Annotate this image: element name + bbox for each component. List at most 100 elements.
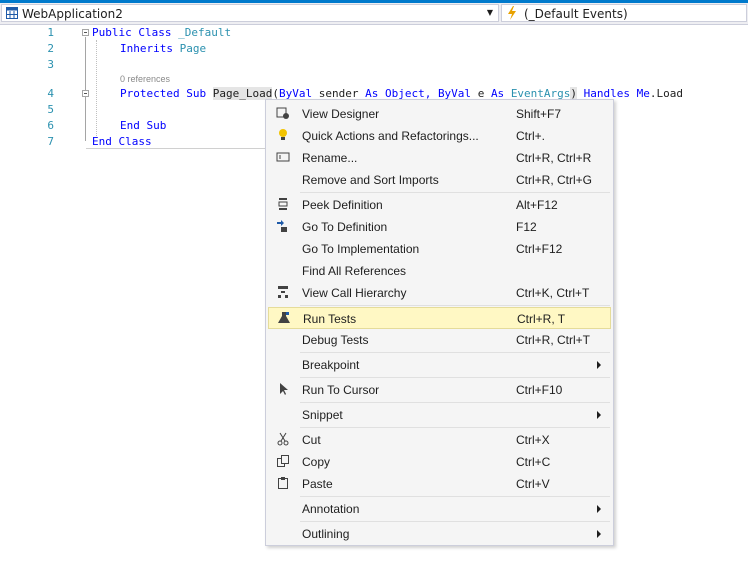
menu-item-shortcut: Ctrl+F10	[516, 383, 563, 397]
menu-item-paste[interactable]: Paste Ctrl+V	[268, 473, 611, 495]
menu-item-cut[interactable]: Cut Ctrl+X	[268, 429, 611, 451]
menu-item-rename[interactable]: Rename... Ctrl+R, Ctrl+R	[268, 147, 611, 169]
menu-item-shortcut: Ctrl+C	[516, 455, 551, 469]
keyword: End Class	[92, 135, 152, 148]
project-name: WebApplication2	[22, 7, 123, 21]
method-name: Page_Load	[212, 87, 273, 100]
menu-item-go-to-implementation[interactable]: Go To Implementation Ctrl+F12	[268, 238, 611, 260]
line-number: 7	[47, 135, 54, 148]
menu-item-remove-sort-imports[interactable]: Remove and Sort Imports Ctrl+R, Ctrl+G	[268, 169, 611, 191]
keyword: Me	[636, 87, 650, 100]
menu-item-go-to-definition[interactable]: Go To Definition F12	[268, 216, 611, 238]
menu-item-shortcut: Ctrl+R, Ctrl+R	[516, 151, 592, 165]
menu-item-snippet[interactable]: Snippet	[268, 404, 611, 426]
flask-icon	[276, 311, 292, 327]
menu-separator	[300, 377, 610, 378]
menu-item-view-designer[interactable]: View Designer Shift+F7	[268, 103, 611, 125]
menu-separator	[300, 427, 610, 428]
menu-item-label: Find All References	[302, 264, 407, 278]
menu-item-label: Peek Definition	[302, 198, 383, 212]
line-number: 1	[47, 26, 54, 39]
menu-separator	[300, 352, 610, 353]
menu-item-run-tests[interactable]: Run Tests Ctrl+R, T	[268, 307, 611, 329]
menu-item-label: Annotation	[302, 502, 360, 516]
keyword: End Sub	[120, 119, 167, 132]
line-number: 5	[47, 103, 54, 116]
code-line-7[interactable]: End Class	[92, 135, 152, 149]
menu-item-label: Debug Tests	[302, 333, 369, 347]
menu-item-outlining[interactable]: Outlining	[268, 523, 611, 545]
menu-separator	[300, 496, 610, 497]
goto-definition-icon	[275, 219, 291, 235]
code-line-6[interactable]: End Sub	[120, 119, 166, 133]
line-number: 2	[47, 42, 54, 55]
copy-icon	[275, 454, 291, 470]
chevron-down-icon[interactable]: ▼	[484, 6, 496, 20]
menu-item-label: Rename...	[302, 151, 358, 165]
menu-item-shortcut: Ctrl+.	[516, 129, 546, 143]
keyword: Protected Sub	[120, 87, 207, 100]
menu-item-view-call-hierarchy[interactable]: View Call Hierarchy Ctrl+K, Ctrl+T	[268, 282, 611, 304]
line-number: 3	[47, 58, 54, 71]
events-dropdown[interactable]: (_Default Events)	[501, 4, 747, 22]
paste-icon	[275, 476, 291, 492]
menu-item-run-to-cursor[interactable]: Run To Cursor Ctrl+F10	[268, 379, 611, 401]
project-dropdown[interactable]: WebApplication2 ▼	[1, 4, 499, 22]
menu-item-label: Quick Actions and Refactorings...	[302, 129, 479, 143]
collapse-sub-toggle[interactable]	[82, 90, 89, 97]
menu-item-quick-actions[interactable]: Quick Actions and Refactorings... Ctrl+.	[268, 125, 611, 147]
menu-item-shortcut: Shift+F7	[516, 107, 562, 121]
menu-item-shortcut: Ctrl+V	[516, 477, 550, 491]
line-number: 4	[47, 87, 54, 100]
menu-item-shortcut: Ctrl+R, T	[517, 312, 566, 326]
web-project-icon	[6, 7, 18, 19]
menu-item-peek-definition[interactable]: Peek Definition Alt+F12	[268, 194, 611, 216]
menu-item-label: Copy	[302, 455, 331, 469]
fold-region-line	[85, 37, 86, 141]
menu-item-shortcut: Ctrl+R, Ctrl+T	[516, 333, 591, 347]
call-hierarchy-icon	[275, 285, 291, 301]
menu-item-breakpoint[interactable]: Breakpoint	[268, 354, 611, 376]
menu-separator	[300, 305, 610, 306]
scissors-icon	[275, 432, 291, 448]
collapse-class-toggle[interactable]	[82, 29, 89, 36]
keyword: Inherits	[120, 42, 173, 55]
menu-item-debug-tests[interactable]: Debug Tests Ctrl+R, Ctrl+T	[268, 329, 611, 351]
codelens-references[interactable]: 0 references	[120, 74, 170, 84]
menu-item-label: View Call Hierarchy	[302, 286, 407, 300]
submenu-arrow-icon	[597, 411, 601, 419]
indent-guide	[96, 40, 97, 138]
menu-separator	[300, 521, 610, 522]
menu-item-label: Snippet	[302, 408, 343, 422]
menu-item-label: Cut	[302, 433, 321, 447]
view-designer-icon	[275, 106, 291, 122]
menu-item-label: Go To Definition	[302, 220, 388, 234]
navigation-bar: WebApplication2 ▼ (_Default Events)	[0, 3, 748, 25]
rename-icon	[275, 150, 291, 166]
menu-item-find-all-references[interactable]: Find All References	[268, 260, 611, 282]
lightning-icon	[508, 6, 516, 20]
submenu-arrow-icon	[597, 505, 601, 513]
code-line-1[interactable]: Public Class _Default	[92, 26, 231, 40]
member: .Load	[649, 87, 684, 100]
menu-item-label: Remove and Sort Imports	[302, 173, 439, 187]
code-line-2[interactable]: Inherits Page	[120, 42, 206, 56]
cursor-icon	[275, 382, 291, 398]
menu-item-label: Paste	[302, 477, 333, 491]
menu-item-shortcut: Ctrl+F12	[516, 242, 563, 256]
submenu-arrow-icon	[597, 530, 601, 538]
menu-item-label: Outlining	[302, 527, 350, 541]
menu-item-shortcut: Ctrl+K, Ctrl+T	[516, 286, 590, 300]
menu-item-label: Breakpoint	[302, 358, 360, 372]
menu-item-label: Go To Implementation	[302, 242, 420, 256]
type-name: Page	[179, 42, 207, 55]
menu-item-label: Run To Cursor	[302, 383, 380, 397]
menu-item-copy[interactable]: Copy Ctrl+C	[268, 451, 611, 473]
menu-item-shortcut: Ctrl+R, Ctrl+G	[516, 173, 593, 187]
submenu-arrow-icon	[597, 361, 601, 369]
events-label: (_Default Events)	[524, 7, 628, 21]
menu-item-annotation[interactable]: Annotation	[268, 498, 611, 520]
lightbulb-icon	[275, 128, 291, 144]
keyword: Public Class	[92, 26, 172, 39]
menu-item-label: View Designer	[302, 107, 380, 121]
